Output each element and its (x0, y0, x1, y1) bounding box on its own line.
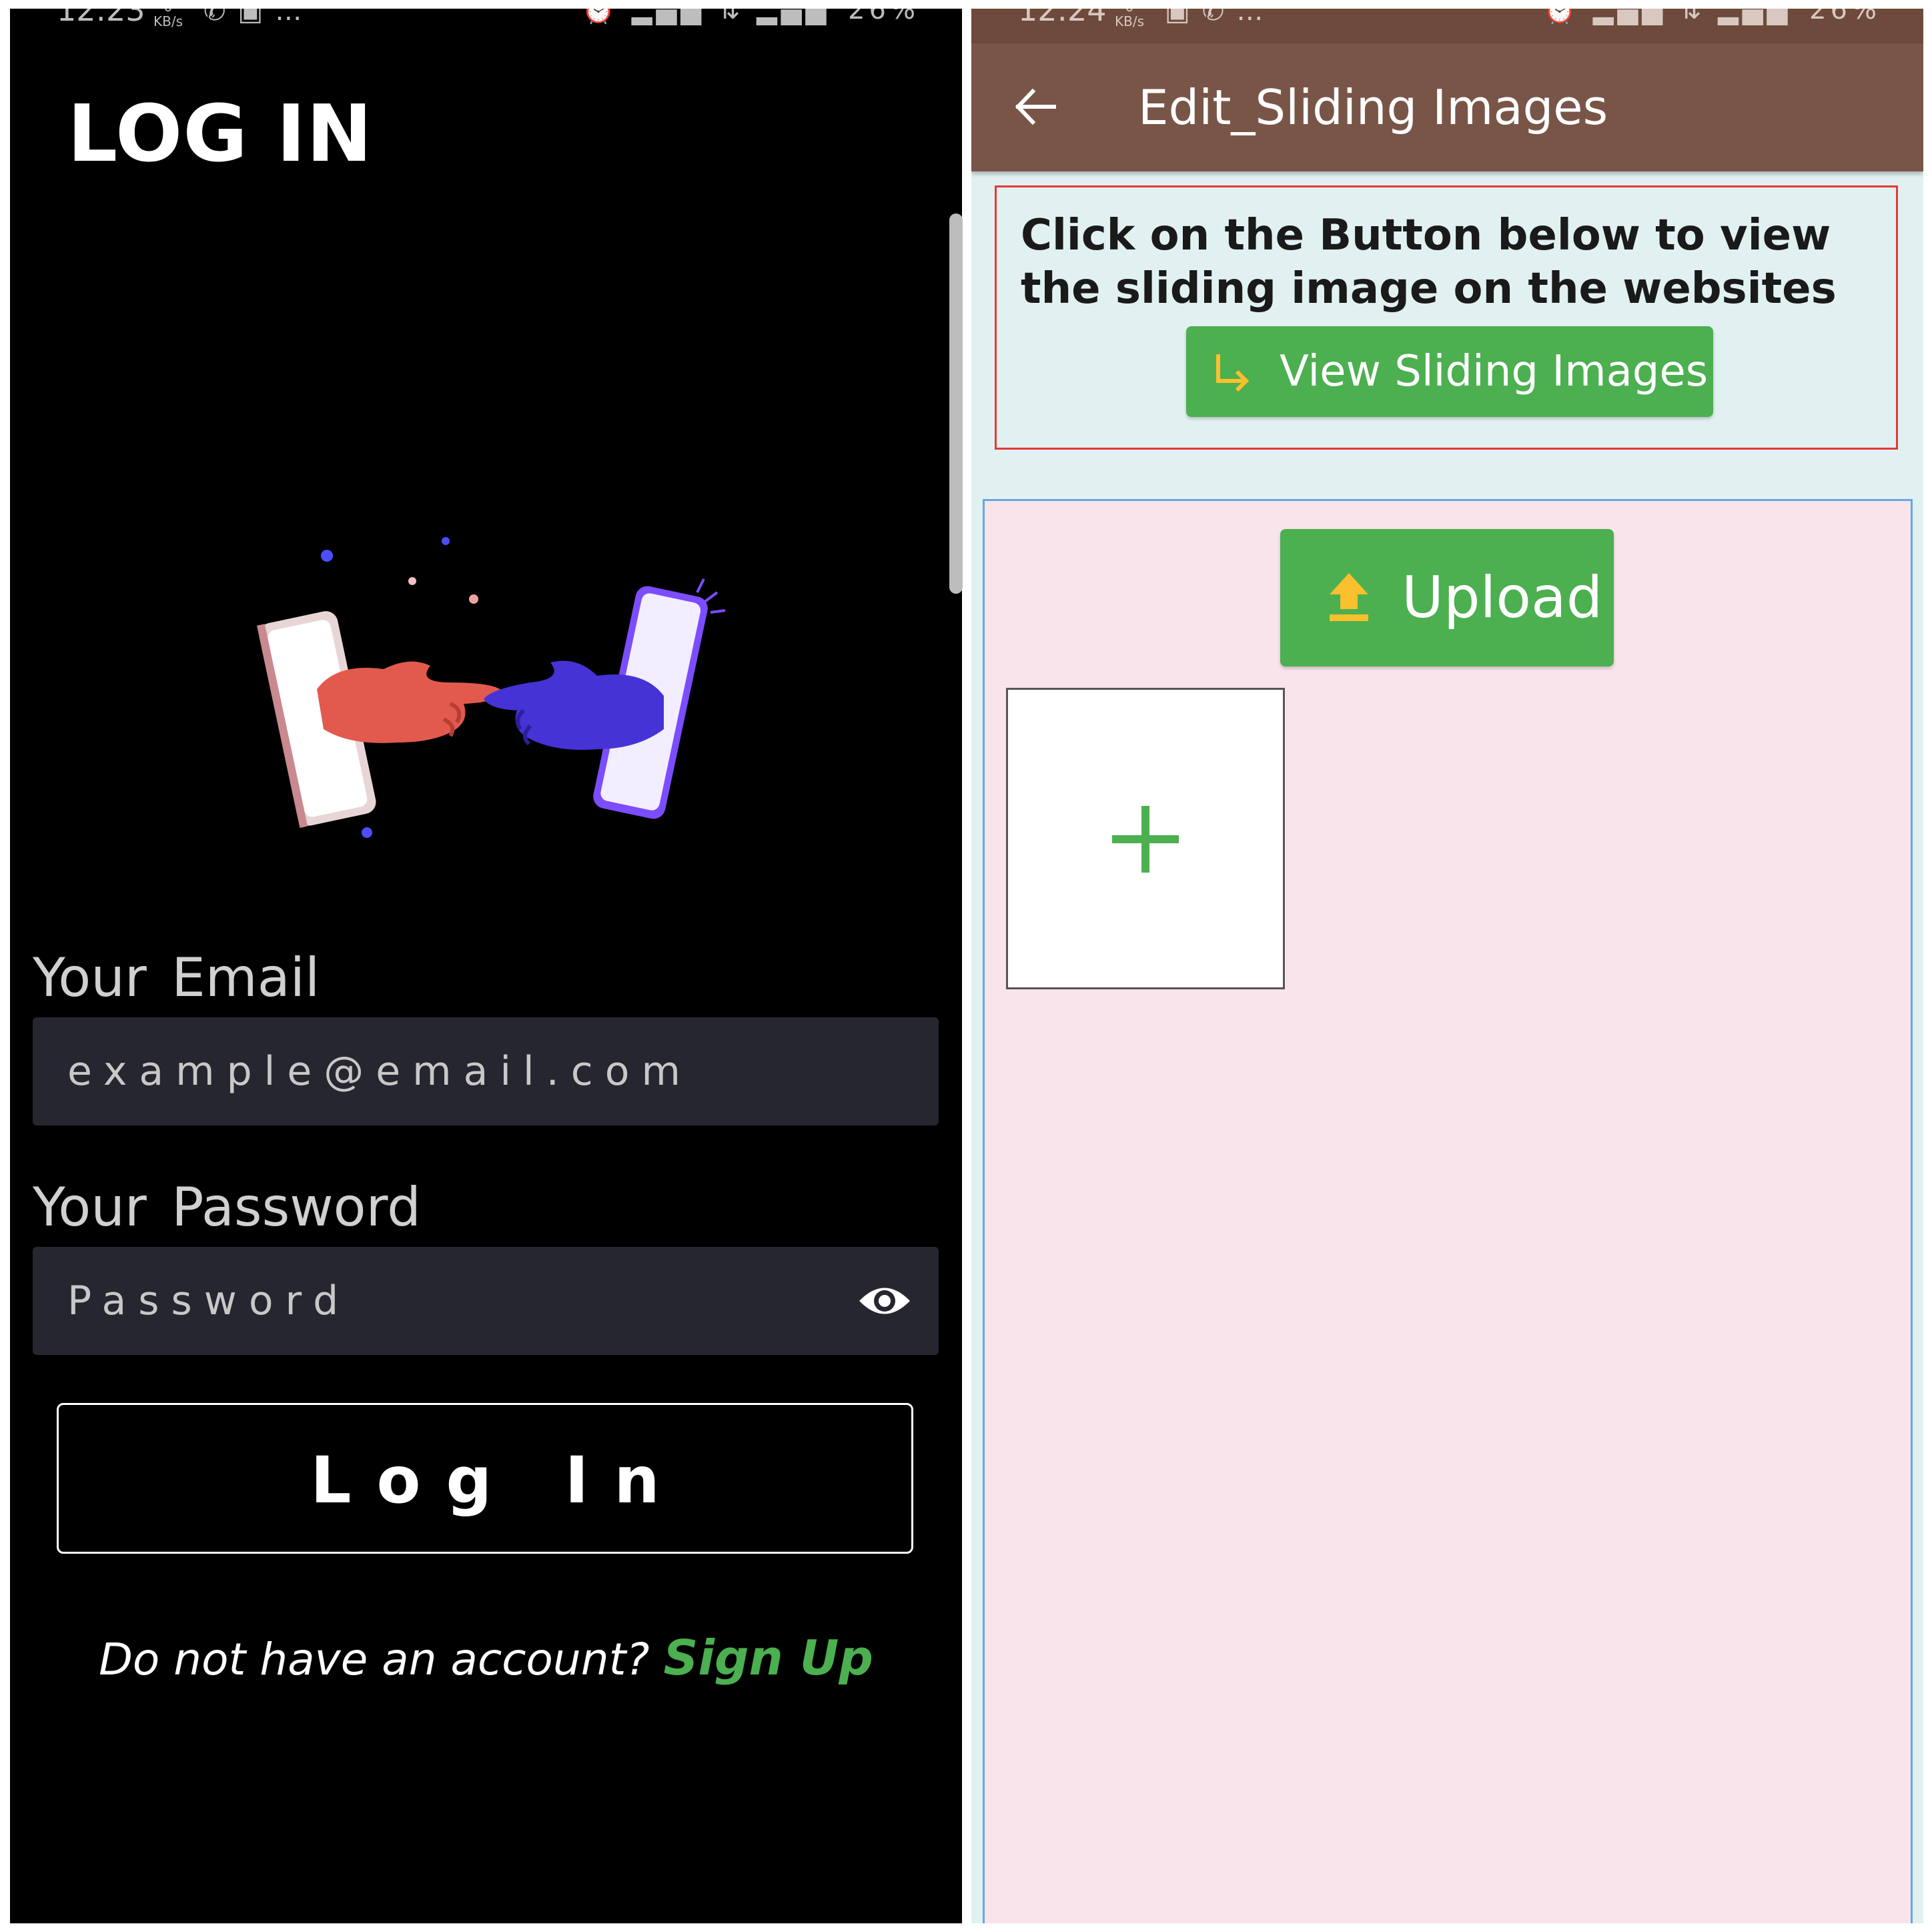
status-bar: 12:24 0 KB/s ▣✆… ⏰ ▂▄▆ ⇅ ▂▄▆ 26% (971, 9, 1923, 43)
upload-panel: Upload (983, 499, 1913, 1923)
alarm-icon: ⏰ (582, 9, 620, 25)
arrow-left-icon[interactable] (1013, 85, 1057, 129)
signup-prompt-row: Do not have an account? Sign Up (10, 1630, 962, 1686)
handshake-illustration (257, 537, 726, 838)
signup-link[interactable]: Sign Up (663, 1630, 873, 1686)
network-speed-unit: KB/s (153, 13, 183, 29)
status-time: 12:24 (1018, 9, 1107, 28)
view-sliding-images-button[interactable]: View Sliding Images (1186, 326, 1713, 417)
upload-arrow-icon (1330, 573, 1368, 621)
notification-icons: ▣✆… (1165, 9, 1275, 29)
add-image-tile[interactable] (1006, 688, 1285, 989)
battery-percent: 26% (848, 9, 919, 25)
app-bar-title: Edit_Sliding Images (1138, 79, 1608, 135)
signal-icon: ▂▄▆ (1718, 9, 1792, 25)
eye-icon[interactable] (857, 1280, 912, 1322)
signal-icon: ▂▄▆ (1592, 9, 1667, 25)
signup-prompt: Do not have an account? (99, 1634, 650, 1685)
email-field[interactable] (67, 1017, 835, 1125)
edit-sliding-images-screen: 12:24 0 KB/s ▣✆… ⏰ ▂▄▆ ⇅ ▂▄▆ 26% Edit_Sl… (971, 9, 1923, 1923)
signal-icon: ▂▄▆ (631, 9, 706, 25)
scroll-indicator (949, 213, 963, 594)
gallery-icon: ▣ (237, 9, 276, 27)
data-icon: ⇅ (1678, 9, 1706, 25)
upload-button[interactable]: Upload (1280, 529, 1614, 666)
more-icon: … (275, 9, 314, 27)
alarm-icon: ⏰ (1543, 9, 1581, 25)
battery-percent: 26% (1809, 9, 1881, 25)
password-field[interactable] (67, 1247, 835, 1355)
login-button[interactable]: Log In (57, 1403, 913, 1554)
password-label: Your Password (33, 1176, 421, 1238)
network-speed: 0 KB/s (1115, 9, 1144, 29)
upload-label: Upload (1402, 564, 1603, 631)
status-bar: 12:23 0 KB/s ✆▣… ⏰ ▂▄▆ ⇅ ▂▄▆ 26% (10, 9, 962, 43)
info-text: Click on the Button below to view the sl… (1021, 211, 1837, 314)
arrow-turn-down-right-icon (1216, 354, 1250, 392)
notification-icons: ✆▣… (203, 9, 314, 29)
data-icon: ⇅ (717, 9, 745, 25)
signal-icon: ▂▄▆ (757, 9, 831, 25)
email-label: Your Email (33, 947, 320, 1009)
app-bar: Edit_Sliding Images (971, 43, 1923, 171)
gallery-icon: ▣ (1165, 9, 1202, 27)
network-speed: 0 KB/s (153, 9, 183, 29)
view-sliding-images-label: View Sliding Images (1280, 347, 1709, 396)
plus-icon (1112, 806, 1179, 873)
page-title: LOG IN (67, 87, 373, 179)
whatsapp-icon: ✆ (203, 9, 238, 27)
network-speed-unit: KB/s (1115, 13, 1144, 29)
whatsapp-icon: ✆ (1201, 9, 1237, 27)
system-icons: ⏰ ▂▄▆ ⇅ ▂▄▆ 26% (1543, 9, 1881, 27)
more-icon: … (1236, 9, 1276, 27)
email-field-box (33, 1017, 939, 1125)
login-screen: 12:23 0 KB/s ✆▣… ⏰ ▂▄▆ ⇅ ▂▄▆ 26% LOG IN (10, 9, 962, 1923)
password-field-box (33, 1247, 939, 1355)
status-time: 12:23 (57, 9, 145, 28)
view-images-card: Click on the Button below to view the sl… (995, 185, 1898, 450)
system-icons: ⏰ ▂▄▆ ⇅ ▂▄▆ 26% (582, 9, 919, 27)
